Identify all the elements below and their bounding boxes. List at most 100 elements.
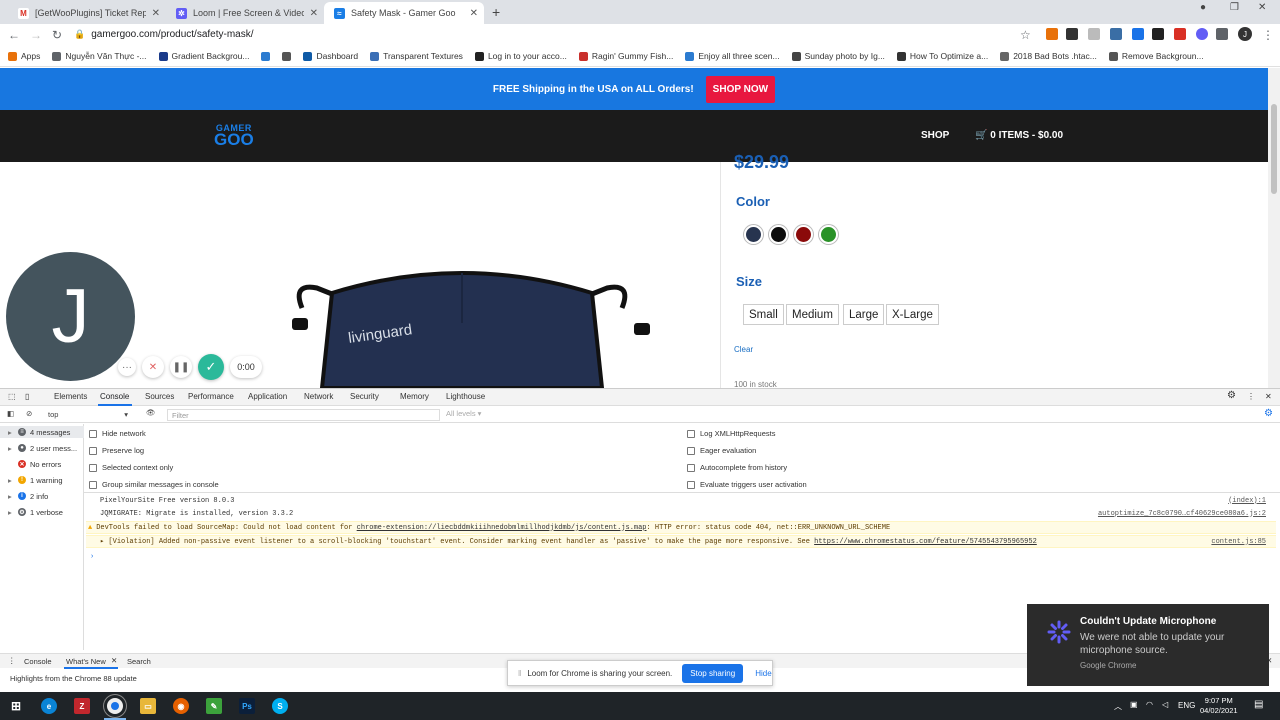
more-options-icon[interactable]: ··· <box>118 358 136 376</box>
filezilla-icon[interactable]: Z <box>74 698 90 714</box>
loom-extension-icon[interactable] <box>1196 28 1208 40</box>
checkbox[interactable] <box>687 463 695 472</box>
tab-memory[interactable]: Memory <box>400 392 429 401</box>
drag-handle-icon[interactable]: ‖ <box>518 669 521 678</box>
device-toolbar-icon[interactable]: ▯ <box>25 392 29 401</box>
color-swatch-black[interactable] <box>769 225 788 244</box>
tab-sources[interactable]: Sources <box>145 392 174 401</box>
extension-icon[interactable] <box>1132 28 1144 40</box>
console-settings-icon[interactable]: ⚙ <box>1264 408 1273 419</box>
bookmark-item[interactable]: Dashboard <box>303 51 358 61</box>
chrome-icon[interactable] <box>107 698 123 714</box>
close-devtools-icon[interactable]: ✕ <box>1265 392 1272 401</box>
drawer-tab-search[interactable]: Search <box>127 657 151 666</box>
color-swatch-red[interactable] <box>794 225 813 244</box>
chrome-notification[interactable]: Couldn't Update Microphone We were not a… <box>1027 604 1269 686</box>
console-sidebar-item[interactable]: ✕ No errors <box>8 458 61 470</box>
hide-button[interactable]: Hide <box>755 669 771 678</box>
inspect-element-icon[interactable]: ⬚ <box>8 392 16 401</box>
close-icon[interactable]: ✕ <box>470 8 478 19</box>
tab-performance[interactable]: Performance <box>188 392 234 401</box>
console-sidebar-item[interactable]: ▸ ≡ 4 messages <box>0 426 84 438</box>
tab-safety-mask[interactable]: ≈ Safety Mask - Gamer Goo ✕ <box>324 2 484 24</box>
close-window-icon[interactable]: ✕ <box>1258 2 1266 13</box>
back-arrow-icon[interactable]: ← <box>8 28 20 42</box>
finish-recording-check-icon[interactable]: ✓ <box>198 354 224 380</box>
extension-icon[interactable] <box>1110 28 1122 40</box>
console-violation[interactable]: ▸ [Violation] Added non-passive event li… <box>86 535 1276 548</box>
wifi-icon[interactable]: ◠ <box>1146 700 1153 709</box>
firefox-icon[interactable]: ◉ <box>173 698 189 714</box>
file-explorer-icon[interactable]: ▭ <box>140 698 156 714</box>
sidebar-toggle-icon[interactable]: ◧ <box>7 409 14 418</box>
tab-security[interactable]: Security <box>350 392 379 401</box>
log-levels-dropdown[interactable]: All levels ▾ <box>446 409 481 418</box>
cart-link[interactable]: 🛒 0 ITEMS - $0.00 <box>975 130 1063 141</box>
console-sidebar-item[interactable]: ▸ ⚙ 1 verbose <box>8 506 63 518</box>
taskbar-clock[interactable]: 9:07 PM 04/02/2021 <box>1200 696 1238 716</box>
bookmark-item[interactable] <box>282 51 292 61</box>
console-sidebar-item[interactable]: ▸! 1 warning <box>8 474 63 486</box>
console-prompt[interactable]: › <box>86 550 1276 563</box>
shop-now-button[interactable]: SHOP NOW <box>705 75 776 103</box>
drawer-tab-whats-new[interactable]: What's New <box>66 657 106 666</box>
extension-icon[interactable] <box>1152 28 1164 40</box>
message-source-link[interactable]: (index):1 <box>1228 497 1266 505</box>
console-option[interactable]: Eager evaluation <box>687 446 756 455</box>
checkbox[interactable] <box>89 463 97 472</box>
bookmark-item[interactable]: Nguyễn Văn Thực -... <box>52 51 147 61</box>
bookmark-item[interactable]: Sunday photo by Ig... <box>791 51 885 61</box>
bookmark-item[interactable]: Log in to your acco... <box>474 51 567 61</box>
message-source-link[interactable]: autoptimize_7c8c0790…cf40629ce080a6.js:2 <box>1098 510 1266 518</box>
console-option[interactable]: Selected context only <box>89 463 173 472</box>
console-option[interactable]: Group similar messages in console <box>89 480 219 489</box>
bookmark-star-icon[interactable]: ☆ <box>1020 28 1031 42</box>
nav-shop-link[interactable]: SHOP <box>921 130 949 141</box>
size-xlarge-button[interactable]: X-Large <box>886 304 939 325</box>
checkbox[interactable] <box>687 446 695 455</box>
console-option[interactable]: Preserve log <box>89 446 144 455</box>
stop-sharing-button[interactable]: Stop sharing <box>682 663 744 683</box>
language-indicator[interactable]: ENG <box>1178 701 1195 710</box>
close-icon[interactable]: ✕ <box>111 656 117 665</box>
notification-center-icon[interactable]: ▤ <box>1254 699 1263 710</box>
extension-icon[interactable] <box>1046 28 1058 40</box>
restore-window-icon[interactable]: ❐ <box>1230 2 1239 13</box>
clear-console-icon[interactable]: ⊘ <box>26 409 32 418</box>
drawer-tab-console[interactable]: Console <box>24 657 52 666</box>
checkbox[interactable] <box>687 429 695 438</box>
size-large-button[interactable]: Large <box>843 304 885 325</box>
filter-input[interactable]: Filter <box>167 409 440 421</box>
message-source-link[interactable]: content.js:85 <box>1211 538 1266 546</box>
cancel-recording-icon[interactable]: ✕ <box>142 356 164 378</box>
devtools-menu-icon[interactable]: ⋮ <box>1247 392 1255 401</box>
extension-icon[interactable] <box>1066 28 1078 40</box>
console-sidebar-item[interactable]: ▸ i 2 info <box>8 490 48 502</box>
bookmark-item[interactable]: Remove Backgroun... <box>1108 51 1204 61</box>
tab-elements[interactable]: Elements <box>54 392 87 401</box>
tab-getwooplugins[interactable]: M [GetWooPlugins] Ticket Reply on ✕ <box>8 2 166 24</box>
console-sidebar-item[interactable]: ▸ ● 2 user mess... <box>8 442 77 454</box>
profile-avatar-icon[interactable]: J <box>1238 27 1252 41</box>
close-icon[interactable]: ✕ <box>310 8 318 19</box>
windows-start-icon[interactable]: ⊞ <box>8 698 24 714</box>
bookmark-item[interactable]: Apps <box>8 51 40 61</box>
product-image-mask[interactable]: livinguard <box>262 263 662 388</box>
tray-chevron-icon[interactable]: ︿ <box>1114 701 1122 712</box>
checkbox[interactable] <box>89 446 97 455</box>
console-option[interactable]: Log XMLHttpRequests <box>687 429 775 438</box>
tray-app-icon[interactable]: ▣ <box>1130 700 1138 709</box>
live-expression-eye-icon[interactable]: 👁 <box>146 408 156 417</box>
address-bar[interactable]: 🔒 gamergoo.com/product/safety-mask/ <box>74 26 1044 43</box>
volume-icon[interactable]: ◁ <box>1162 700 1168 709</box>
tab-loom[interactable]: ✲ Loom | Free Screen & Video Rec ✕ <box>166 2 324 24</box>
size-medium-button[interactable]: Medium <box>786 304 839 325</box>
bookmark-item[interactable]: 2018 Bad Bots .htac... <box>1000 51 1097 61</box>
edge-icon[interactable]: e <box>41 698 57 714</box>
clear-selection-link[interactable]: Clear <box>734 345 753 354</box>
tab-network[interactable]: Network <box>304 392 333 401</box>
reload-icon[interactable]: ↻ <box>52 28 62 42</box>
checkbox[interactable] <box>687 480 695 489</box>
extensions-puzzle-icon[interactable] <box>1216 28 1228 40</box>
bookmark-item[interactable]: Enjoy all three scen... <box>685 51 780 61</box>
